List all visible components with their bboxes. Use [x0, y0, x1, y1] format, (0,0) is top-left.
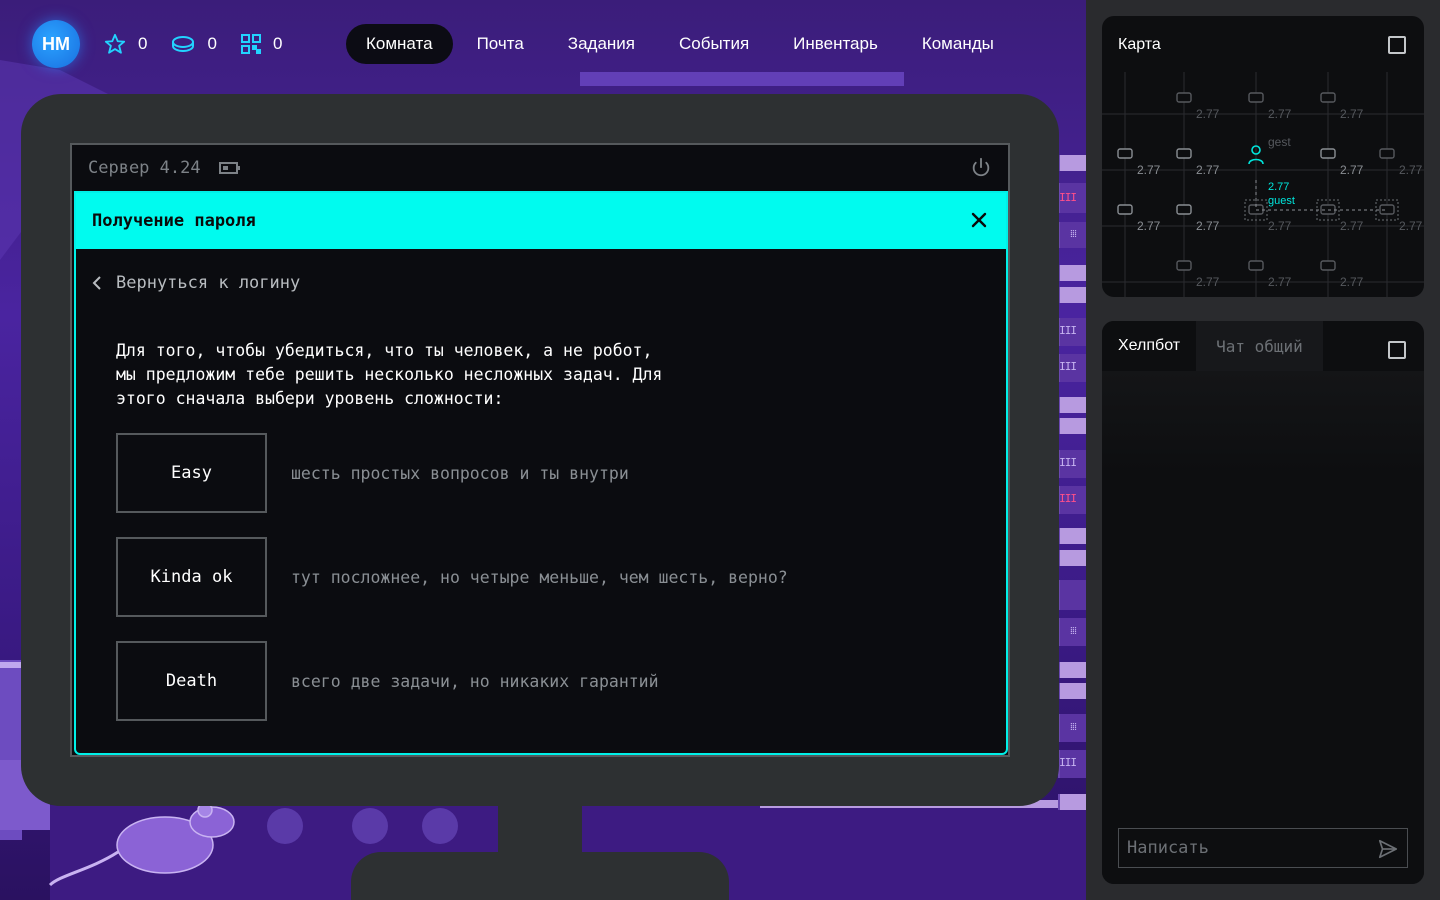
battery-icon	[218, 162, 240, 174]
back-to-login-link[interactable]: Вернуться к логину	[92, 273, 300, 293]
computer-node-icon[interactable]	[1320, 148, 1336, 159]
computer-node-icon[interactable]	[1379, 148, 1395, 159]
map-node-value: 2.77	[1268, 107, 1292, 121]
map-node-value: 2.77	[1340, 107, 1364, 121]
monitor-screen: Сервер 4.24 Получение пароля Вернуться к…	[70, 143, 1010, 757]
coins-counter: 0	[171, 34, 217, 54]
tab-general-chat[interactable]: Чат общий	[1196, 321, 1323, 371]
monitor-stand-base	[351, 852, 729, 900]
screen-status-bar: Сервер 4.24	[72, 145, 1008, 191]
guest-node-value: 2.77	[1268, 181, 1289, 193]
map-title: Карта	[1118, 36, 1161, 53]
monitor-stand-neck	[498, 806, 582, 856]
computer-node-icon[interactable]	[1248, 92, 1264, 103]
computer-node-icon[interactable]	[1176, 92, 1192, 103]
menu-item-room[interactable]: Комната	[346, 24, 453, 64]
menu-item-mail[interactable]: Почта	[457, 24, 544, 64]
back-label: Вернуться к логину	[116, 273, 301, 293]
right-sidebar: Карта 2.77 2.77 2.77 2.77 2.77 2.77 2.77 2.77 2.…	[1086, 0, 1440, 900]
power-icon[interactable]	[970, 157, 992, 179]
map-node-value: 2.77	[1268, 219, 1292, 233]
map-node-value: 2.77	[1399, 219, 1423, 233]
chat-message-input[interactable]: Написать	[1118, 828, 1408, 868]
chat-input-placeholder: Написать	[1127, 838, 1209, 858]
qr-counter: 0	[240, 34, 283, 54]
chat-toggle-checkbox[interactable]	[1388, 341, 1406, 359]
computer-node-icon[interactable]	[1248, 260, 1264, 271]
map-node-value: 2.77	[1340, 275, 1364, 289]
map-node-value: 2.77	[1340, 163, 1364, 177]
computer-node-icon[interactable]	[1176, 148, 1192, 159]
menu-item-tasks[interactable]: Задания	[548, 24, 655, 64]
level-option-kinda-ok: Kinda ok тут посложнее, но четыре меньше…	[116, 537, 788, 617]
level-option-easy: Easy шесть простых вопросов и ты внутри	[116, 433, 629, 513]
map-toggle-checkbox[interactable]	[1388, 36, 1406, 54]
level-description: всего две задачи, но никаких гарантий	[291, 671, 659, 691]
dialog-header: Получение пароля	[76, 193, 1006, 249]
password-recovery-dialog: Получение пароля Вернуться к логину Для …	[74, 191, 1008, 755]
computer-node-icon[interactable]	[1320, 260, 1336, 271]
level-option-death: Death всего две задачи, но никаких гаран…	[116, 641, 659, 721]
chevron-left-icon	[92, 276, 101, 290]
guest-node-label: guest	[1268, 195, 1295, 207]
computer-node-icon[interactable]	[1176, 204, 1192, 215]
death-button[interactable]: Death	[116, 641, 267, 721]
level-description: шесть простых вопросов и ты внутри	[291, 463, 629, 483]
menu-item-inventory[interactable]: Инвентарь	[773, 24, 898, 64]
server-label: Сервер 4.24	[88, 158, 201, 178]
avatar[interactable]: HM	[32, 20, 80, 68]
top-bar: HM 0 0 0	[32, 20, 282, 68]
star-icon	[104, 33, 126, 54]
map-node-value: 2.77	[1399, 163, 1423, 177]
computer-node-icon[interactable]	[1320, 92, 1336, 103]
main-menu: Комната Почта Задания События Инвентарь …	[346, 24, 1018, 64]
map-node-value: 2.77	[1340, 219, 1364, 233]
map-node-value: 2.77	[1196, 163, 1220, 177]
map-node-value: 2.77	[1196, 219, 1220, 233]
map-node-value: 2.77	[1137, 219, 1161, 233]
qr-icon	[240, 34, 261, 54]
map-card: Карта 2.77 2.77 2.77 2.77 2.77 2.77 2.77 2.77 2.…	[1102, 16, 1424, 297]
map-node-value: 2.77	[1268, 275, 1292, 289]
room-scene: III ⁞⁞⁞ III III III III ⁞⁞⁞ ⁞⁞⁞ III HM 0…	[0, 0, 1086, 900]
stars-counter: 0	[104, 33, 147, 55]
level-description: тут посложнее, но четыре меньше, чем шес…	[291, 567, 788, 587]
intro-text: Для того, чтобы убедиться, что ты челове…	[116, 339, 756, 411]
easy-button[interactable]: Easy	[116, 433, 267, 513]
coins-value: 0	[207, 34, 217, 53]
dialog-title: Получение пароля	[92, 211, 256, 231]
close-icon[interactable]	[970, 211, 988, 229]
chat-tabs: Хелпбот Чат общий	[1102, 321, 1323, 371]
map-node-value: 2.77	[1196, 275, 1220, 289]
menu-item-teams[interactable]: Команды	[902, 24, 1014, 64]
menu-item-events[interactable]: События	[659, 24, 769, 64]
chat-card: Хелпбот Чат общий Написать	[1102, 321, 1424, 884]
qr-value: 0	[272, 34, 283, 53]
map-node-value: 2.77	[1137, 163, 1161, 177]
intro-line: мы предложим тебе решить несколько несло…	[116, 365, 663, 384]
gest-node-label: gest	[1268, 135, 1291, 149]
network-map[interactable]: 2.77 2.77 2.77 2.77 2.77 2.77 2.77 2.77 2.77 2.77…	[1102, 72, 1424, 297]
computer-node-icon[interactable]	[1176, 260, 1192, 271]
kinda-ok-button[interactable]: Kinda ok	[116, 537, 267, 617]
stars-value: 0	[138, 34, 148, 53]
intro-line: Для того, чтобы убедиться, что ты челове…	[116, 341, 653, 360]
computer-node-icon[interactable]	[1117, 204, 1133, 215]
chat-messages-area	[1102, 371, 1424, 884]
computer-node-icon[interactable]	[1117, 148, 1133, 159]
avatar-initials: HM	[42, 33, 70, 54]
intro-line: этого сначала выбери уровень сложности:	[116, 389, 504, 408]
send-icon[interactable]	[1377, 838, 1399, 860]
coin-icon	[172, 36, 195, 53]
tab-helpbot[interactable]: Хелпбот	[1102, 321, 1197, 371]
map-node-value: 2.77	[1196, 107, 1220, 121]
